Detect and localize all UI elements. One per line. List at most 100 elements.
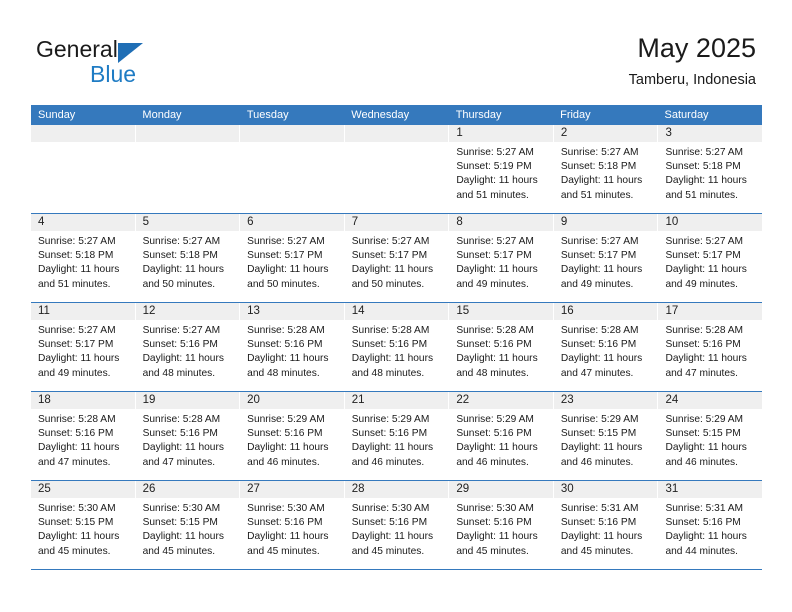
day-details: Sunrise: 5:27 AM Sunset: 5:17 PM Daylight:… xyxy=(449,231,553,292)
day-number: 30 xyxy=(560,483,574,495)
day-number: 2 xyxy=(560,127,568,139)
day-cell[interactable]: 25 Sunrise: 5:30 AM Sunset: 5:15 PM Dayligh… xyxy=(31,481,136,569)
day-number-strip: 16 xyxy=(553,303,658,320)
day-cell[interactable]: 13 Sunrise: 5:28 AM Sunset: 5:16 PM Dayligh… xyxy=(240,303,345,391)
day-number: 20 xyxy=(247,394,260,406)
day-number: 8 xyxy=(456,216,463,228)
daylight-text-line1: Daylight: 11 hours xyxy=(560,175,643,187)
day-cell[interactable]: 27 Sunrise: 5:30 AM Sunset: 5:16 PM Dayligh… xyxy=(240,481,345,569)
daylight-text-line2: and 45 minutes. xyxy=(38,545,111,557)
day-cell[interactable]: 17 Sunrise: 5:28 AM Sunset: 5:16 PM Dayligh… xyxy=(658,303,763,391)
daylight-text-line1: Daylight: 11 hours xyxy=(142,531,224,543)
daylight-text-line2: and 49 minutes. xyxy=(38,367,111,379)
day-details: Sunrise: 5:27 AM Sunset: 5:18 PM Daylight:… xyxy=(31,231,135,292)
day-details: Sunrise: 5:29 AM Sunset: 5:15 PM Daylight:… xyxy=(554,409,658,470)
daylight-text-line1: Daylight: 11 hours xyxy=(38,353,120,365)
sunrise-text: Sunrise: 5:27 AM xyxy=(38,236,116,247)
day-cell[interactable]: 18 Sunrise: 5:28 AM Sunset: 5:16 PM Dayligh… xyxy=(31,392,136,480)
daylight-text-line1: Daylight: 11 hours xyxy=(560,353,643,365)
sunset-text: Sunset: 5:16 PM xyxy=(456,428,532,440)
page-subtitle: Tamberu, Indonesia xyxy=(628,72,756,88)
day-number-strip: 24 xyxy=(658,392,763,409)
day-cell[interactable]: 7 Sunrise: 5:27 AM Sunset: 5:17 PM Daylight… xyxy=(344,214,450,302)
day-cell[interactable]: 30 Sunrise: 5:31 AM Sunset: 5:16 PM Dayligh… xyxy=(553,481,659,569)
daylight-text-line2: and 48 minutes. xyxy=(142,367,216,379)
sunset-text: Sunset: 5:15 PM xyxy=(142,517,218,529)
sunrise-text: Sunrise: 5:30 AM xyxy=(247,503,325,514)
daylight-text-line1: Daylight: 11 hours xyxy=(351,442,434,454)
day-cell[interactable]: 2 Sunrise: 5:27 AM Sunset: 5:18 PM Daylight… xyxy=(553,125,659,213)
daylight-text-line2: and 49 minutes. xyxy=(456,278,529,290)
daylight-text-line1: Daylight: 11 hours xyxy=(247,531,329,543)
sunset-text: Sunset: 5:15 PM xyxy=(665,428,741,440)
day-cell[interactable]: 24 Sunrise: 5:29 AM Sunset: 5:15 PM Dayligh… xyxy=(658,392,763,480)
daylight-text-line2: and 51 minutes. xyxy=(560,189,634,201)
day-details: Sunrise: 5:31 AM Sunset: 5:16 PM Daylight:… xyxy=(554,498,658,559)
day-cell[interactable]: 26 Sunrise: 5:30 AM Sunset: 5:15 PM Dayligh… xyxy=(135,481,241,569)
weekday-header-thursday: Thursday xyxy=(455,109,502,121)
day-cell[interactable]: 28 Sunrise: 5:30 AM Sunset: 5:16 PM Dayligh… xyxy=(344,481,450,569)
day-cell[interactable]: 19 Sunrise: 5:28 AM Sunset: 5:16 PM Dayligh… xyxy=(135,392,241,480)
day-cell[interactable]: 29 Sunrise: 5:30 AM Sunset: 5:16 PM Dayligh… xyxy=(449,481,554,569)
day-number: 17 xyxy=(665,305,679,317)
day-details: Sunrise: 5:28 AM Sunset: 5:16 PM Daylight:… xyxy=(658,320,762,381)
day-number: 10 xyxy=(665,216,679,228)
daylight-text-line2: and 51 minutes. xyxy=(38,278,111,290)
day-cell[interactable]: 3 Sunrise: 5:27 AM Sunset: 5:18 PM Daylight… xyxy=(658,125,763,213)
day-details: Sunrise: 5:28 AM Sunset: 5:16 PM Daylight:… xyxy=(345,320,449,381)
weekday-header-sunday: Sunday xyxy=(38,109,76,121)
day-number-strip: 8 xyxy=(449,214,553,231)
day-cell[interactable]: 22 Sunrise: 5:29 AM Sunset: 5:16 PM Dayligh… xyxy=(449,392,554,480)
sunset-text: Sunset: 5:19 PM xyxy=(456,161,532,173)
day-number-strip: 14 xyxy=(344,303,449,320)
daylight-text-line1: Daylight: 11 hours xyxy=(456,264,538,276)
sunrise-text: Sunrise: 5:27 AM xyxy=(560,236,639,247)
day-cell[interactable]: 12 Sunrise: 5:27 AM Sunset: 5:16 PM Dayligh… xyxy=(135,303,241,391)
day-number-strip: 10 xyxy=(658,214,763,231)
day-cell[interactable]: 4 Sunrise: 5:27 AM Sunset: 5:18 PM Daylight… xyxy=(31,214,136,302)
day-cell[interactable]: 5 Sunrise: 5:27 AM Sunset: 5:18 PM Daylight… xyxy=(135,214,241,302)
day-number-strip: 19 xyxy=(135,392,240,409)
day-cell[interactable]: 23 Sunrise: 5:29 AM Sunset: 5:15 PM Dayligh… xyxy=(553,392,659,480)
day-cell[interactable]: 10 Sunrise: 5:27 AM Sunset: 5:17 PM Dayligh… xyxy=(658,214,763,302)
day-cell[interactable]: 16 Sunrise: 5:28 AM Sunset: 5:16 PM Dayligh… xyxy=(553,303,659,391)
sunset-text: Sunset: 5:18 PM xyxy=(38,250,114,262)
daylight-text-line2: and 47 minutes. xyxy=(38,456,111,468)
daylight-text-line1: Daylight: 11 hours xyxy=(142,353,224,365)
sunrise-text: Sunrise: 5:27 AM xyxy=(456,147,534,158)
day-number-strip: 17 xyxy=(658,303,763,320)
daylight-text-line2: and 45 minutes. xyxy=(142,545,216,557)
daylight-text-line2: and 47 minutes. xyxy=(142,456,216,468)
day-cell[interactable]: 11 Sunrise: 5:27 AM Sunset: 5:17 PM Dayligh… xyxy=(31,303,136,391)
day-number-strip xyxy=(135,125,240,142)
day-cell[interactable]: 1 Sunrise: 5:27 AM Sunset: 5:19 PM Daylight… xyxy=(449,125,554,213)
daylight-text-line1: Daylight: 11 hours xyxy=(456,442,538,454)
day-details: Sunrise: 5:27 AM Sunset: 5:17 PM Daylight:… xyxy=(31,320,135,381)
day-number-strip: 6 xyxy=(240,214,344,231)
day-details: Sunrise: 5:27 AM Sunset: 5:17 PM Daylight:… xyxy=(554,231,658,292)
day-number-strip: 1 xyxy=(449,125,553,142)
day-cell[interactable]: 15 Sunrise: 5:28 AM Sunset: 5:16 PM Dayligh… xyxy=(449,303,554,391)
sunrise-text: Sunrise: 5:29 AM xyxy=(665,414,744,425)
daylight-text-line2: and 50 minutes. xyxy=(142,278,216,290)
day-details: Sunrise: 5:27 AM Sunset: 5:16 PM Daylight:… xyxy=(136,320,240,381)
weekday-header-row: Sunday Monday Tuesday Wednesday Thursday Frid… xyxy=(31,105,762,125)
calendar-weeks: 1 Sunrise: 5:27 AM Sunset: 5:19 PM Daylight… xyxy=(31,125,763,570)
week-row: 25 Sunrise: 5:30 AM Sunset: 5:15 PM Dayligh… xyxy=(31,481,763,570)
day-cell[interactable]: 14 Sunrise: 5:28 AM Sunset: 5:16 PM Dayligh… xyxy=(344,303,450,391)
logo[interactable]: General Blue xyxy=(36,36,236,92)
day-number: 31 xyxy=(665,483,679,495)
day-number: 25 xyxy=(38,483,51,495)
day-details: Sunrise: 5:29 AM Sunset: 5:16 PM Daylight:… xyxy=(345,409,449,470)
day-cell[interactable]: 6 Sunrise: 5:27 AM Sunset: 5:17 PM Daylight… xyxy=(240,214,345,302)
day-details: Sunrise: 5:30 AM Sunset: 5:15 PM Daylight:… xyxy=(136,498,240,559)
day-cell[interactable]: 9 Sunrise: 5:27 AM Sunset: 5:17 PM Daylight… xyxy=(553,214,659,302)
daylight-text-line2: and 45 minutes. xyxy=(351,545,425,557)
day-details: Sunrise: 5:27 AM Sunset: 5:17 PM Daylight:… xyxy=(240,231,344,292)
day-cell[interactable]: 21 Sunrise: 5:29 AM Sunset: 5:16 PM Dayligh… xyxy=(344,392,450,480)
sunrise-text: Sunrise: 5:29 AM xyxy=(247,414,325,425)
day-cell[interactable]: 20 Sunrise: 5:29 AM Sunset: 5:16 PM Dayligh… xyxy=(240,392,345,480)
day-cell[interactable]: 31 Sunrise: 5:31 AM Sunset: 5:16 PM Dayligh… xyxy=(658,481,763,569)
day-cell[interactable]: 8 Sunrise: 5:27 AM Sunset: 5:17 PM Daylight… xyxy=(449,214,554,302)
day-number-strip xyxy=(31,125,135,142)
